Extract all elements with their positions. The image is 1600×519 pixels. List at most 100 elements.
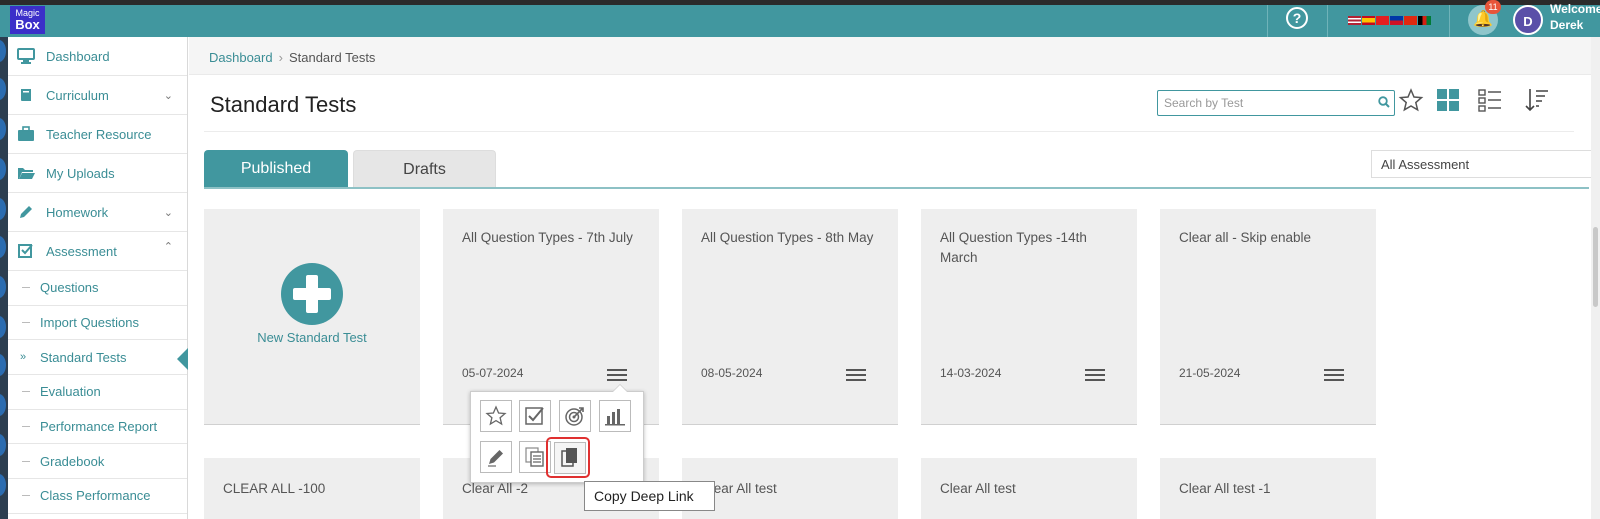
top-bar: Magic Box ? 🔔 11 D Welcome Derek [0, 0, 1600, 37]
page-title: Standard Tests [210, 92, 357, 117]
test-card[interactable]: CLEAR ALL -100 [204, 458, 420, 519]
flag-al-icon[interactable] [1376, 16, 1389, 25]
new-standard-test-label[interactable]: New Standard Test [204, 330, 420, 345]
hamburger-menu-icon[interactable] [1324, 369, 1344, 383]
scrollbar[interactable] [1591, 37, 1600, 519]
tab-published[interactable]: Published [204, 150, 348, 187]
hamburger-menu-icon[interactable] [846, 369, 866, 383]
breadcrumb: Dashboard › Standard Tests [189, 37, 1600, 75]
notifications-button[interactable]: 🔔 11 [1468, 0, 1502, 37]
app-logo[interactable]: Magic Box [10, 6, 45, 34]
flag-ph-icon[interactable] [1390, 16, 1403, 25]
test-title: CLEAR ALL -100 [223, 481, 326, 496]
search-icon[interactable] [1378, 96, 1390, 108]
test-card[interactable]: Clear All test [921, 458, 1137, 519]
target-icon[interactable] [559, 400, 591, 432]
test-date: 21-05-2024 [1179, 366, 1241, 380]
sidebar: Dashboard Curriculum ⌄ Teacher Resource … [8, 37, 188, 519]
sidebar-item-label: Curriculum [46, 87, 109, 103]
sidebar-subitem-import-questions[interactable]: Import Questions [8, 306, 187, 341]
flag-es-icon[interactable] [1362, 16, 1375, 25]
list-view-icon[interactable] [1477, 87, 1503, 113]
test-title: Clear all - Skip enable [1179, 230, 1312, 245]
sidebar-subitem-label: Evaluation [40, 384, 101, 400]
logo-text-bottom: Box [15, 17, 40, 32]
add-icon[interactable] [281, 263, 343, 325]
sidebar-item-teacher-resource[interactable]: Teacher Resource [8, 115, 187, 154]
sidebar-subitem-standard-tests[interactable]: » Standard Tests [8, 340, 188, 376]
sidebar-subitem-label: Performance Report [40, 419, 158, 435]
edit-icon[interactable] [480, 441, 512, 473]
active-indicator [177, 348, 188, 371]
user-name: Derek [1550, 18, 1584, 32]
favorites-star-icon[interactable] [1398, 87, 1424, 113]
sidebar-item-dashboard[interactable]: Dashboard [8, 37, 187, 76]
review-icon[interactable] [519, 400, 551, 432]
sidebar-subitem-label: Class Performance [40, 488, 151, 504]
test-title: All Question Types -14th March [940, 230, 1087, 265]
test-card[interactable]: All Question Types - 8th May 08-05-2024 [682, 209, 898, 425]
chevron-up-icon[interactable]: ⌃ [164, 240, 173, 253]
chevron-down-icon[interactable]: ⌄ [164, 89, 173, 102]
sidebar-subitem-questions[interactable]: Questions [8, 271, 187, 306]
test-actions-popover [470, 384, 644, 483]
avatar[interactable]: D [1513, 5, 1543, 35]
sidebar-subitem-performance-report[interactable]: Performance Report [8, 410, 187, 445]
scrollbar-thumb[interactable] [1593, 227, 1598, 307]
sidebar-item-homework[interactable]: Homework ⌄ [8, 193, 187, 232]
assessment-filter-select[interactable]: All Assessment [1371, 150, 1591, 178]
pencil-icon [16, 203, 36, 221]
test-date: 05-07-2024 [462, 366, 524, 380]
tab-drafts[interactable]: Drafts [353, 150, 496, 187]
hamburger-menu-icon[interactable] [607, 369, 627, 383]
flag-us-icon[interactable] [1348, 16, 1361, 25]
notification-badge: 11 [1485, 0, 1501, 14]
sidebar-item-my-uploads[interactable]: My Uploads [8, 154, 187, 193]
language-flags[interactable] [1348, 16, 1431, 25]
sidebar-item-label: Dashboard [46, 48, 110, 64]
flag-cn-icon[interactable] [1404, 16, 1417, 25]
new-standard-test-card[interactable]: New Standard Test [204, 209, 420, 425]
briefcase-icon [16, 125, 36, 143]
sidebar-item-label: My Uploads [46, 165, 115, 181]
breadcrumb-dashboard-link[interactable]: Dashboard [209, 50, 273, 65]
sidebar-subitem-label: Gradebook [40, 453, 105, 469]
sort-icon[interactable] [1524, 87, 1550, 113]
breadcrumb-separator-icon: › [278, 50, 283, 65]
grid-view-icon[interactable] [1435, 87, 1461, 113]
favorite-icon[interactable] [480, 400, 512, 432]
sidebar-item-label: Homework [46, 204, 109, 220]
test-card[interactable]: All Question Types -14th March 14-03-202… [921, 209, 1137, 425]
test-date: 08-05-2024 [701, 366, 763, 380]
sidebar-item-curriculum[interactable]: Curriculum ⌄ [8, 76, 187, 115]
user-greeting[interactable]: Welcome Derek [1550, 1, 1600, 33]
breadcrumb-current: Standard Tests [288, 50, 376, 65]
folder-open-icon [16, 164, 36, 182]
sidebar-item-label: Teacher Resource [46, 126, 152, 142]
copy-deep-link-tooltip: Copy Deep Link [584, 481, 715, 511]
help-icon[interactable]: ? [1286, 7, 1308, 29]
sidebar-subitem-label: Questions [40, 280, 99, 296]
sidebar-item-assessment[interactable]: Assessment ⌃ [8, 232, 187, 271]
sidebar-subitem-label: Standard Tests [40, 349, 127, 365]
test-card[interactable]: Clear All test -1 [1160, 458, 1376, 519]
book-icon [16, 86, 36, 104]
report-chart-icon[interactable] [599, 400, 631, 432]
sidebar-subitem-evaluation[interactable]: Evaluation [8, 375, 187, 410]
monitor-icon [16, 47, 36, 65]
test-title: All Question Types - 7th July [462, 230, 633, 245]
test-date: 14-03-2024 [940, 366, 1002, 380]
welcome-label: Welcome [1550, 2, 1600, 16]
sidebar-subitem-gradebook[interactable]: Gradebook [8, 444, 187, 480]
search-input[interactable]: Search by Test [1157, 90, 1395, 116]
background-window-strip [0, 0, 8, 519]
main-content: Dashboard › Standard Tests Standard Tests … [189, 37, 1600, 519]
chevron-down-icon[interactable]: ⌄ [164, 206, 173, 219]
test-card[interactable]: Clear all - Skip enable 21-05-2024 [1160, 209, 1376, 425]
sidebar-item-label: Assessment [46, 243, 117, 259]
flag-af-icon[interactable] [1418, 16, 1431, 25]
test-title: Clear All test [940, 481, 1016, 496]
hamburger-menu-icon[interactable] [1085, 369, 1105, 383]
checkbox-icon [16, 242, 36, 260]
sidebar-subitem-class-performance[interactable]: Class Performance [8, 479, 187, 514]
